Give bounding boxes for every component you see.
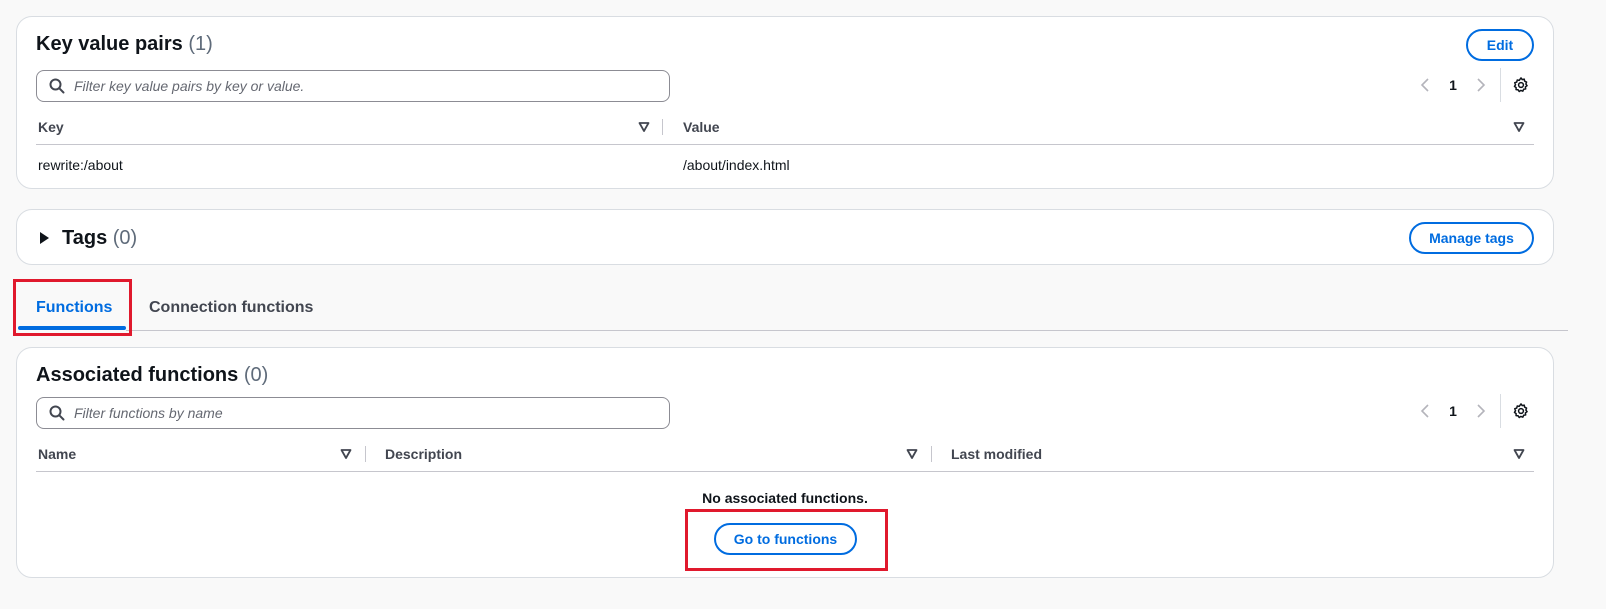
sort-down-icon[interactable] — [340, 448, 352, 460]
column-separator — [931, 446, 932, 462]
kv-row-value: /about/index.html — [683, 157, 790, 173]
column-header-description[interactable]: Description — [385, 446, 462, 462]
next-page-icon[interactable] — [1471, 401, 1491, 421]
functions-pagination: 1 — [1415, 394, 1531, 428]
column-header-name[interactable]: Name — [38, 446, 76, 462]
go-to-functions-highlight — [685, 509, 888, 571]
key-value-pairs-title: Key value pairs (1) — [36, 33, 213, 55]
kv-search-input[interactable] — [74, 78, 634, 94]
kv-search-field[interactable] — [36, 70, 670, 102]
sort-down-icon[interactable] — [1513, 448, 1525, 460]
kv-pagination: 1 — [1415, 68, 1531, 102]
functions-search-input[interactable] — [74, 405, 634, 421]
sort-down-icon[interactable] — [906, 448, 918, 460]
tags-title[interactable]: Tags (0) — [62, 227, 137, 250]
tags-panel: Tags (0) Manage tags — [16, 209, 1554, 265]
column-header-key[interactable]: Key — [38, 119, 64, 135]
column-separator — [365, 446, 366, 462]
column-separator — [662, 119, 663, 135]
manage-tags-button[interactable]: Manage tags — [1409, 222, 1534, 254]
gear-icon[interactable] — [1511, 401, 1531, 421]
key-value-pairs-count: (1) — [188, 33, 213, 55]
search-icon — [49, 78, 65, 94]
table-header-divider — [36, 471, 1534, 472]
next-page-icon[interactable] — [1471, 75, 1491, 95]
associated-functions-title: Associated functions (0) — [36, 364, 269, 386]
kv-page-number[interactable]: 1 — [1435, 77, 1471, 93]
table-header-divider — [36, 144, 1534, 145]
search-icon — [49, 405, 65, 421]
sort-down-icon[interactable] — [638, 121, 650, 133]
kv-row-key: rewrite:/about — [38, 157, 123, 173]
pager-divider — [1500, 394, 1501, 428]
column-header-last-modified[interactable]: Last modified — [951, 446, 1042, 462]
column-header-value[interactable]: Value — [683, 119, 720, 135]
empty-state-text: No associated functions. — [702, 490, 868, 506]
sort-down-icon[interactable] — [1513, 121, 1525, 133]
functions-page-number[interactable]: 1 — [1435, 403, 1471, 419]
caret-right-icon[interactable] — [39, 232, 49, 244]
previous-page-icon[interactable] — [1415, 75, 1435, 95]
functions-tab-highlight — [13, 279, 132, 336]
tags-count: (0) — [112, 227, 138, 249]
tab-bar-divider — [126, 330, 1568, 331]
edit-button[interactable]: Edit — [1466, 29, 1534, 61]
functions-search-field[interactable] — [36, 397, 670, 429]
gear-icon[interactable] — [1511, 75, 1531, 95]
previous-page-icon[interactable] — [1415, 401, 1435, 421]
key-value-pairs-panel: Key value pairs (1) Edit 1 Key Value rew… — [16, 16, 1554, 189]
associated-functions-count: (0) — [243, 364, 269, 386]
tab-connection-functions[interactable]: Connection functions — [149, 299, 313, 317]
pager-divider — [1500, 68, 1501, 102]
